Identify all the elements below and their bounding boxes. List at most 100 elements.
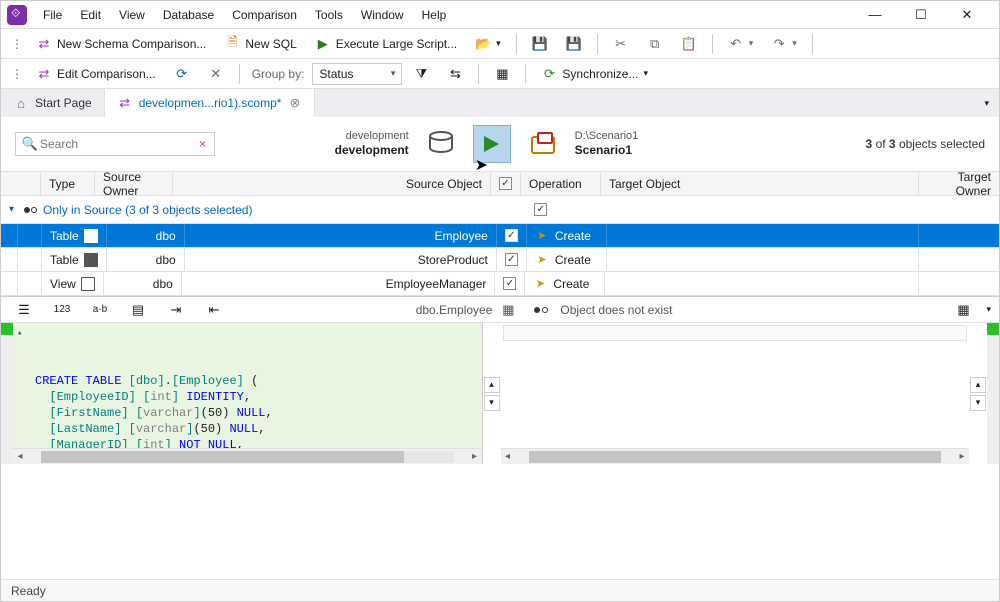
table-row[interactable]: TabledboStoreProduct✓➤Create <box>1 248 999 272</box>
cut-button[interactable]: ✂ <box>606 32 636 56</box>
menu-comparison[interactable]: Comparison <box>224 5 305 25</box>
scroll-left-icon[interactable]: ◂ <box>501 450 515 464</box>
close-button[interactable]: ✕ <box>953 5 981 25</box>
group-checkbox[interactable]: ✓ <box>534 203 547 216</box>
copy-button[interactable]: ⧉ <box>640 32 670 56</box>
group-by-combo[interactable]: Status ▾ <box>312 63 402 85</box>
group-collapse-button[interactable]: ▾ <box>5 204 18 215</box>
menu-file[interactable]: File <box>35 5 70 25</box>
menu-tools[interactable]: Tools <box>307 5 351 25</box>
folder-open-icon: 📂 <box>475 36 491 52</box>
tab-start-page[interactable]: ⌂ Start Page <box>1 89 105 117</box>
toolbar-grip-icon: ⋮ <box>9 37 25 51</box>
source-title: development <box>335 143 409 159</box>
diff-next-button[interactable]: ▾ <box>484 395 500 411</box>
row-checkbox[interactable]: ✓ <box>497 248 527 271</box>
open-dropdown-button[interactable]: 📂 ▾ <box>468 32 508 56</box>
sql-file-icon: 🗎 <box>224 36 240 52</box>
diff-next-button[interactable]: ▾ <box>970 395 986 411</box>
toolbar-grip-icon: ⋮ <box>9 67 25 81</box>
scroll-left-icon[interactable]: ◂ <box>13 450 27 464</box>
source-hscroll[interactable]: ◂ ▸ <box>13 448 482 464</box>
tab-close-button[interactable]: ⊗ <box>287 95 302 111</box>
diff-prev-next-buttons-right: ▴ ▾ <box>969 323 987 464</box>
minimize-button[interactable]: — <box>861 5 889 25</box>
tab-overflow-button[interactable]: ▾ <box>974 89 999 117</box>
redo-button[interactable]: ↷▾ <box>764 32 804 56</box>
target-label: D:\Scenario1 Scenario1 <box>575 129 639 159</box>
row-operation[interactable]: ➤Create <box>525 272 605 295</box>
grid-header-target-object[interactable]: Target Object <box>601 172 919 195</box>
detail-next-button[interactable]: ⇥ <box>161 298 191 322</box>
detail-prev-button[interactable]: ⇤ <box>199 298 229 322</box>
search-box[interactable]: 🔍 × <box>15 132 215 156</box>
row-indent <box>1 248 18 271</box>
detail-view-ddl-button[interactable]: ☰ <box>9 298 39 322</box>
filter-button[interactable]: ⧩ <box>406 62 436 86</box>
fold-icon[interactable]: ▴ <box>17 325 22 341</box>
grid-header-source-object[interactable]: Source Object <box>173 172 491 195</box>
target-code-text[interactable] <box>501 323 970 448</box>
grid-header-check[interactable]: ✓ <box>491 172 521 195</box>
left-nav-band[interactable] <box>1 323 13 464</box>
diff-prev-button[interactable]: ▴ <box>970 377 986 393</box>
detail-status-icon <box>534 307 548 313</box>
refresh-button[interactable]: ⟳ <box>167 62 197 86</box>
execute-large-script-button[interactable]: ▶ Execute Large Script... <box>308 32 464 56</box>
new-sql-button[interactable]: 🗎 New SQL <box>217 32 303 56</box>
grid-group-only-in-source[interactable]: ▾ Only in Source (3 of 3 objects selecte… <box>1 196 999 224</box>
separator-icon <box>478 64 479 84</box>
grid-header-target-owner[interactable]: Target Owner <box>919 172 999 195</box>
diff-prev-button[interactable]: ▴ <box>484 377 500 393</box>
right-nav-band[interactable] <box>987 323 999 464</box>
chevron-down-icon: ▾ <box>984 98 989 109</box>
paste-button[interactable]: 📋 <box>674 32 704 56</box>
swap-button[interactable]: ⇆ <box>440 62 470 86</box>
grid-header-operation[interactable]: Operation <box>521 172 601 195</box>
table-icon <box>84 253 98 267</box>
start-page-icon: ⌂ <box>13 95 29 111</box>
tab-comparison-doc[interactable]: ⇄ developmen...rio1).scomp* ⊗ <box>105 89 316 117</box>
undo-button[interactable]: ↶▾ <box>721 32 761 56</box>
group-by-value: Status <box>319 67 353 81</box>
grid-header-source-owner[interactable]: Source Owner <box>95 172 173 195</box>
search-clear-button[interactable]: × <box>197 137 208 151</box>
row-checkbox[interactable]: ✓ <box>497 224 527 247</box>
target-subtitle: D:\Scenario1 <box>575 129 639 143</box>
play-right-icon <box>481 133 503 155</box>
row-checkbox[interactable]: ✓ <box>495 272 525 295</box>
row-operation[interactable]: ➤Create <box>527 248 607 271</box>
detail-number-button[interactable]: 123 <box>47 298 77 322</box>
row-type: View <box>42 272 104 295</box>
menu-help[interactable]: Help <box>414 5 455 25</box>
target-hscroll[interactable]: ◂ ▸ <box>501 448 970 464</box>
execute-large-label: Execute Large Script... <box>336 37 457 51</box>
save-button[interactable]: 💾 <box>525 32 555 56</box>
detail-diff-button[interactable]: ▤ <box>123 298 153 322</box>
cancel-button[interactable]: ✕ <box>201 62 231 86</box>
synchronize-button[interactable]: ⟳ Synchronize... ▾ <box>534 62 655 86</box>
detail-wrap-button[interactable]: a·b <box>85 298 115 322</box>
compare-icon: ⇄ <box>36 36 52 52</box>
table-row[interactable]: TabledboEmployee✓➤Create <box>1 224 999 248</box>
grid-header-type[interactable]: Type <box>41 172 95 195</box>
menu-view[interactable]: View <box>111 5 153 25</box>
table-row[interactable]: ViewdboEmployeeManager✓➤Create <box>1 272 999 296</box>
source-code-text[interactable]: ▴ CREATE TABLE [dbo].[Employee] ( [Emplo… <box>13 323 482 448</box>
new-schema-comparison-button[interactable]: ⇄ New Schema Comparison... <box>29 32 213 56</box>
save-all-button[interactable]: 💾 <box>559 32 589 56</box>
detail-grid-button[interactable]: ▦ <box>948 298 978 322</box>
edit-comparison-button[interactable]: ⇄ Edit Comparison... <box>29 62 163 86</box>
maximize-button[interactable]: ☐ <box>907 5 935 25</box>
menu-window[interactable]: Window <box>353 5 412 25</box>
search-input[interactable] <box>38 136 197 152</box>
row-operation[interactable]: ➤Create <box>527 224 607 247</box>
row-source-object: StoreProduct <box>185 248 497 271</box>
grid-options-button[interactable]: ▦ <box>487 62 517 86</box>
scroll-right-icon[interactable]: ▸ <box>468 450 482 464</box>
create-icon: ➤ <box>533 277 547 291</box>
separator-icon <box>712 34 713 54</box>
menu-edit[interactable]: Edit <box>72 5 109 25</box>
scroll-right-icon[interactable]: ▸ <box>955 450 969 464</box>
menu-database[interactable]: Database <box>155 5 222 25</box>
